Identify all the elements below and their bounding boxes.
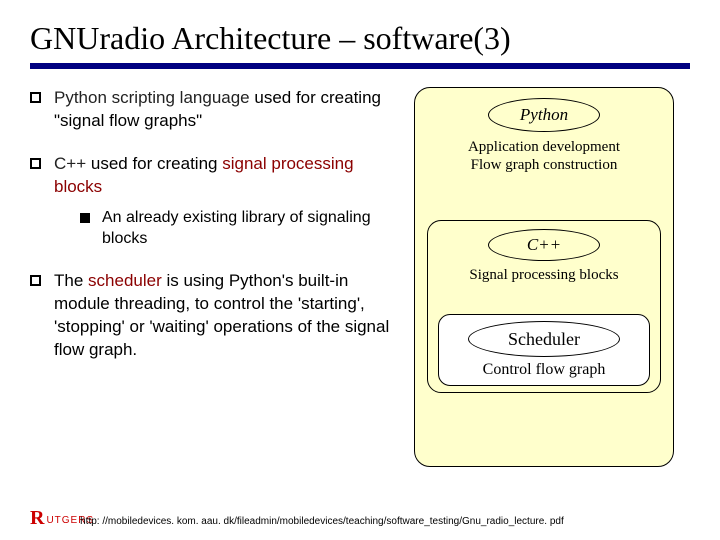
right-column: Python Application development Flow grap…: [414, 87, 674, 467]
scheduler-box: Scheduler Control flow graph: [438, 314, 650, 386]
content-columns: Python scripting language used for creat…: [30, 87, 690, 467]
sub-bullet-list: An already existing library of signaling…: [80, 207, 400, 250]
left-column: Python scripting language used for creat…: [30, 87, 400, 467]
diagram-inner-box: C++ Signal processing blocks Scheduler C…: [427, 220, 661, 393]
source-url: http: //mobiledevices. kom. aau. dk/file…: [80, 516, 564, 528]
bullet-2-mid: used for creating: [86, 154, 222, 173]
sub-bullet-1: An already existing library of signaling…: [80, 207, 400, 250]
outer-line1: Application development: [468, 139, 620, 155]
bullet-2-cxx: C++: [54, 154, 86, 173]
python-oval: Python: [488, 98, 600, 132]
footer: R UTGERS http: //mobiledevices. kom. aau…: [30, 508, 700, 528]
bullet-1: Python scripting language used for creat…: [30, 87, 400, 133]
inner-text: Signal processing blocks: [434, 267, 654, 284]
outer-line2: Flow graph construction: [471, 157, 618, 173]
slide: GNUradio Architecture – software(3) Pyth…: [0, 0, 720, 540]
logo-r: R: [30, 508, 44, 528]
bullet-1-keyword: Python scripting language: [54, 88, 250, 107]
slide-title: GNUradio Architecture – software(3): [30, 20, 690, 57]
outer-text: Application development Flow graph const…: [423, 138, 665, 174]
scheduler-text: Control flow graph: [445, 361, 643, 379]
diagram-outer-box: Python Application development Flow grap…: [414, 87, 674, 467]
bullet-3-keyword: scheduler: [88, 271, 162, 290]
bullet-list: Python scripting language used for creat…: [30, 87, 400, 362]
bullet-2: C++ used for creating signal processing …: [30, 153, 400, 250]
title-underline: [30, 63, 690, 69]
bullet-3: The scheduler is using Python's built-in…: [30, 270, 400, 362]
scheduler-oval: Scheduler: [468, 321, 620, 357]
bullet-3-pre: The: [54, 271, 88, 290]
cxx-oval: C++: [488, 229, 600, 261]
